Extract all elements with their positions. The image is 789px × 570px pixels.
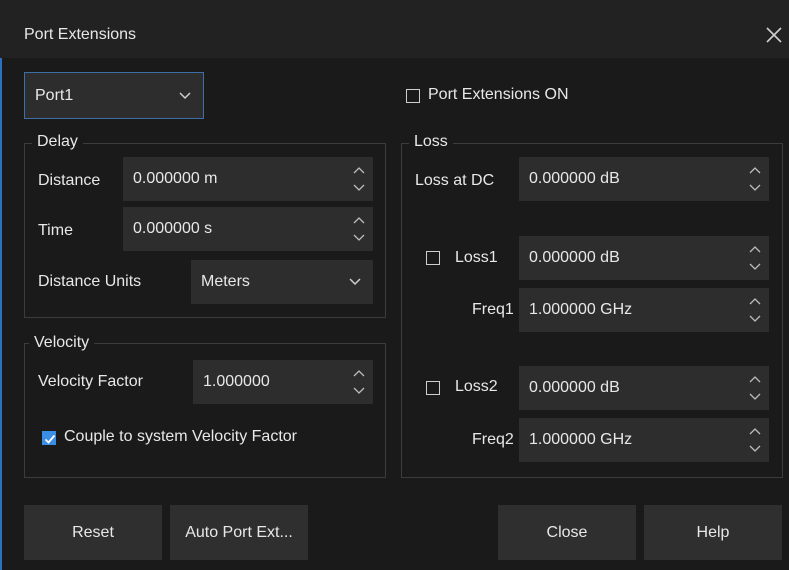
loss1-spinbox[interactable]: 0.000000 dB xyxy=(519,236,769,280)
chevron-down-icon xyxy=(349,278,361,286)
loss-dc-value: 0.000000 dB xyxy=(529,170,620,187)
window-edge xyxy=(0,58,2,570)
velocity-factor-value: 1.000000 xyxy=(203,373,270,390)
close-button[interactable]: Close xyxy=(498,505,636,560)
loss1-label[interactable]: Loss1 xyxy=(455,249,498,267)
distance-value: 0.000000 m xyxy=(133,170,218,187)
freq2-value: 1.000000 GHz xyxy=(529,431,633,448)
velocity-legend: Velocity xyxy=(29,334,95,352)
loss-legend: Loss xyxy=(409,133,453,151)
spin-arrows-icon[interactable] xyxy=(353,368,365,396)
velocity-factor-label: Velocity Factor xyxy=(38,373,143,390)
delay-legend: Delay xyxy=(32,133,83,151)
spin-arrows-icon[interactable] xyxy=(749,165,761,193)
distance-units-value: Meters xyxy=(201,273,250,290)
distance-units-label: Distance Units xyxy=(38,273,142,290)
auto-port-ext-button[interactable]: Auto Port Ext... xyxy=(170,505,308,560)
loss1-value: 0.000000 dB xyxy=(529,249,620,266)
time-label: Time xyxy=(38,222,73,239)
spin-arrows-icon[interactable] xyxy=(749,426,761,454)
spin-arrows-icon[interactable] xyxy=(353,165,365,193)
freq2-spinbox[interactable]: 1.000000 GHz xyxy=(519,418,769,462)
freq2-label: Freq2 xyxy=(472,431,514,448)
port-ext-on-label[interactable]: Port Extensions ON xyxy=(428,86,569,104)
loss-dc-spinbox[interactable]: 0.000000 dB xyxy=(519,157,769,201)
loss-dc-label: Loss at DC xyxy=(415,172,495,189)
checkmark-icon xyxy=(44,434,56,444)
freq1-spinbox[interactable]: 1.000000 GHz xyxy=(519,288,769,332)
loss2-checkbox[interactable] xyxy=(426,381,440,395)
loss2-value: 0.000000 dB xyxy=(529,379,620,396)
dialog-title: Port Extensions xyxy=(24,26,137,43)
couple-label[interactable]: Couple to system Velocity Factor xyxy=(64,428,297,446)
port-select-value: Port1 xyxy=(35,86,74,104)
distance-label: Distance xyxy=(38,172,101,189)
spin-arrows-icon[interactable] xyxy=(749,296,761,324)
loss1-checkbox[interactable] xyxy=(426,251,440,265)
spin-arrows-icon[interactable] xyxy=(353,215,365,243)
time-spinbox[interactable]: 0.000000 s xyxy=(123,207,373,251)
port-select[interactable]: Port1 xyxy=(24,72,204,119)
reset-button[interactable]: Reset xyxy=(24,505,162,560)
dialog-titlebar: Port Extensions xyxy=(0,0,789,58)
port-ext-on-checkbox[interactable] xyxy=(406,89,420,103)
help-button[interactable]: Help xyxy=(644,505,782,560)
chevron-down-icon xyxy=(179,91,191,99)
loss2-label[interactable]: Loss2 xyxy=(455,378,498,396)
freq1-value: 1.000000 GHz xyxy=(529,301,633,318)
spin-arrows-icon[interactable] xyxy=(749,374,761,402)
velocity-factor-spinbox[interactable]: 1.000000 xyxy=(193,360,373,404)
couple-checkbox[interactable] xyxy=(42,431,56,445)
distance-units-select[interactable]: Meters xyxy=(191,260,373,304)
time-value: 0.000000 s xyxy=(133,220,213,237)
close-icon[interactable] xyxy=(763,24,785,46)
distance-spinbox[interactable]: 0.000000 m xyxy=(123,157,373,201)
freq1-label: Freq1 xyxy=(472,301,514,318)
spin-arrows-icon[interactable] xyxy=(749,244,761,272)
loss2-spinbox[interactable]: 0.000000 dB xyxy=(519,366,769,410)
